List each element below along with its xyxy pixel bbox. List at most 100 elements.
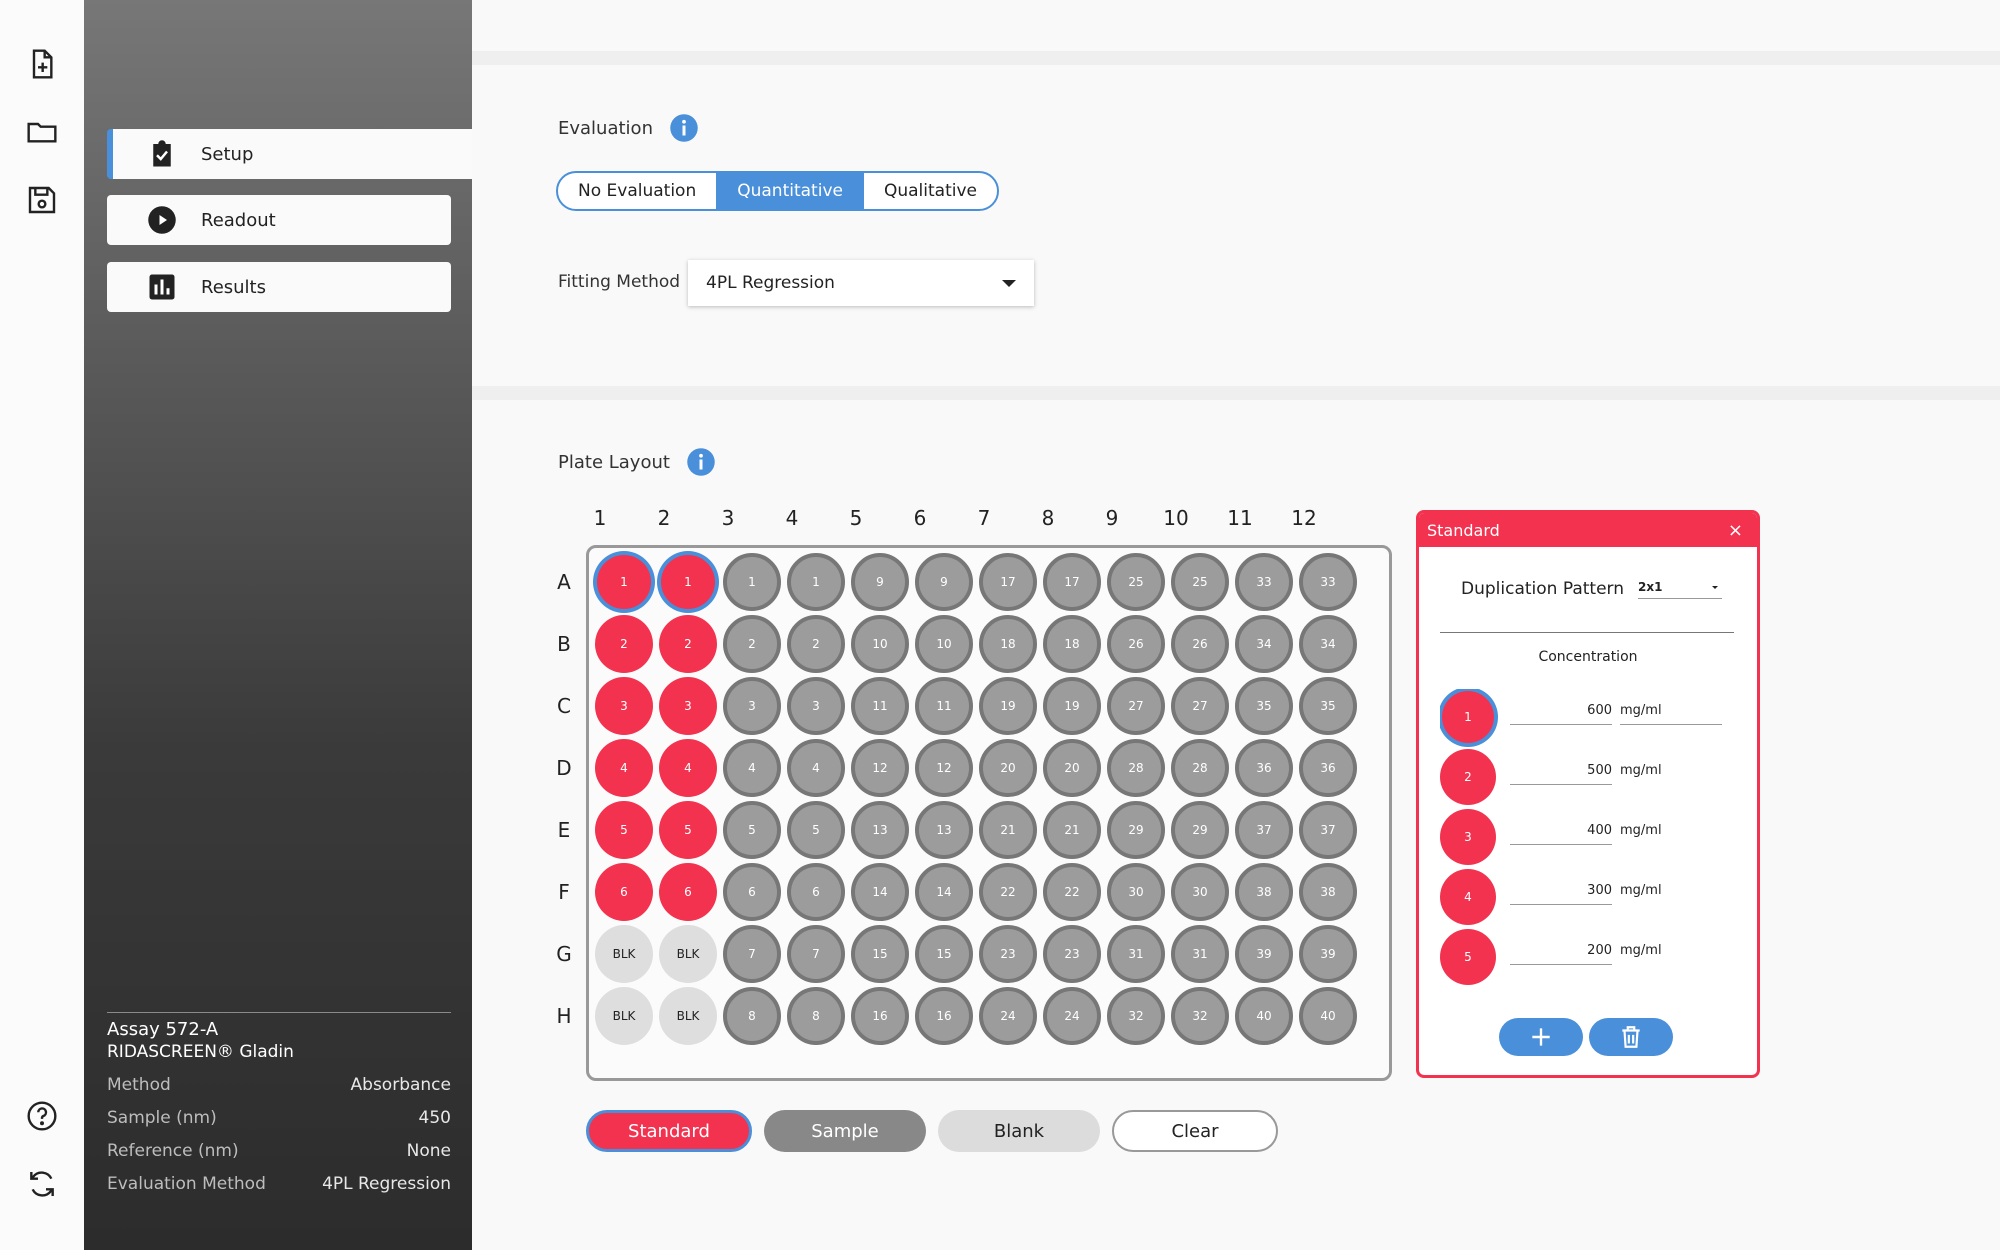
evaluation-option-qualitative[interactable]: Qualitative xyxy=(864,173,997,209)
standard-well[interactable]: 5 xyxy=(1440,929,1496,985)
sidebar-item-results[interactable]: Results xyxy=(107,262,451,312)
plate-well[interactable]: 30 xyxy=(1171,863,1229,921)
plate-well[interactable]: 12 xyxy=(915,739,973,797)
plate-well[interactable]: 21 xyxy=(979,801,1037,859)
plate-well[interactable]: 5 xyxy=(595,801,653,859)
plate-well[interactable]: 4 xyxy=(595,739,653,797)
plate-well[interactable]: 26 xyxy=(1171,615,1229,673)
plate-well[interactable]: 10 xyxy=(915,615,973,673)
plate-well[interactable]: 15 xyxy=(851,925,909,983)
plate-well[interactable]: 39 xyxy=(1235,925,1293,983)
plate-well[interactable]: 20 xyxy=(979,739,1037,797)
plate-well[interactable]: 14 xyxy=(851,863,909,921)
plate-well[interactable]: 3 xyxy=(787,677,845,735)
standard-button[interactable]: Standard xyxy=(586,1110,752,1152)
evaluation-option-quantitative[interactable]: Quantitative xyxy=(717,173,864,209)
plate-well[interactable]: 17 xyxy=(1043,553,1101,611)
plate-well[interactable]: 38 xyxy=(1299,863,1357,921)
plate-well[interactable]: 21 xyxy=(1043,801,1101,859)
plate-well[interactable]: 5 xyxy=(659,801,717,859)
plate-well[interactable]: 14 xyxy=(915,863,973,921)
plate-well[interactable]: 26 xyxy=(1107,615,1165,673)
plate-well[interactable]: BLK xyxy=(659,987,717,1045)
plate-well[interactable]: 1 xyxy=(661,555,715,609)
plate-well[interactable]: 8 xyxy=(723,987,781,1045)
plate-well[interactable]: 22 xyxy=(1043,863,1101,921)
standard-well[interactable]: 3 xyxy=(1440,809,1496,865)
add-standard-button[interactable] xyxy=(1499,1018,1583,1056)
duplication-pattern-select[interactable]: 2x1 xyxy=(1638,580,1722,599)
plate-well[interactable]: 2 xyxy=(595,615,653,673)
plate-well[interactable]: BLK xyxy=(659,925,717,983)
plate-well[interactable]: 32 xyxy=(1171,987,1229,1045)
plate-well[interactable]: 37 xyxy=(1299,801,1357,859)
plate-well[interactable]: 1 xyxy=(597,555,651,609)
plate-well[interactable]: 11 xyxy=(851,677,909,735)
plate-well[interactable]: 12 xyxy=(851,739,909,797)
standard-well[interactable]: 1 xyxy=(1442,691,1494,743)
save-icon[interactable] xyxy=(26,184,58,216)
plate-well[interactable]: 2 xyxy=(659,615,717,673)
plate-well[interactable]: 10 xyxy=(851,615,909,673)
plate-well[interactable]: 40 xyxy=(1299,987,1357,1045)
plate-well[interactable]: 9 xyxy=(915,553,973,611)
plate-well[interactable]: 29 xyxy=(1107,801,1165,859)
plate-well[interactable]: 23 xyxy=(1043,925,1101,983)
plate-well[interactable]: 19 xyxy=(979,677,1037,735)
plate-well[interactable]: 3 xyxy=(659,677,717,735)
plate-well[interactable]: 9 xyxy=(851,553,909,611)
plate-well[interactable]: 1 xyxy=(723,553,781,611)
plate-well[interactable]: 27 xyxy=(1171,677,1229,735)
plate-well[interactable]: 6 xyxy=(787,863,845,921)
plate-well[interactable]: 8 xyxy=(787,987,845,1045)
plate-well[interactable]: 38 xyxy=(1235,863,1293,921)
plate-well[interactable]: 32 xyxy=(1107,987,1165,1045)
plate-well[interactable]: 28 xyxy=(1171,739,1229,797)
plate-well[interactable]: 6 xyxy=(595,863,653,921)
concentration-value-input[interactable]: 200 xyxy=(1510,943,1612,965)
plate-well[interactable]: 16 xyxy=(851,987,909,1045)
plate-well[interactable]: 6 xyxy=(723,863,781,921)
plate-well[interactable]: 33 xyxy=(1299,553,1357,611)
plate-well[interactable]: 20 xyxy=(1043,739,1101,797)
plate-well[interactable]: BLK xyxy=(595,987,653,1045)
plate-well[interactable]: 2 xyxy=(787,615,845,673)
plate-well[interactable]: 1 xyxy=(787,553,845,611)
plate-well[interactable]: 37 xyxy=(1235,801,1293,859)
plate-well[interactable]: 24 xyxy=(979,987,1037,1045)
plate-well[interactable]: 35 xyxy=(1235,677,1293,735)
plate-well[interactable]: 7 xyxy=(723,925,781,983)
plate-well[interactable]: 24 xyxy=(1043,987,1101,1045)
plate-well[interactable]: 19 xyxy=(1043,677,1101,735)
plate-well[interactable]: 7 xyxy=(787,925,845,983)
clear-button[interactable]: Clear xyxy=(1112,1110,1278,1152)
standard-well[interactable]: 4 xyxy=(1440,869,1496,925)
info-icon[interactable] xyxy=(669,113,699,143)
new-file-icon[interactable] xyxy=(26,48,58,80)
plate-well[interactable]: 4 xyxy=(787,739,845,797)
help-icon[interactable] xyxy=(26,1100,58,1132)
plate-well[interactable]: 33 xyxy=(1235,553,1293,611)
folder-icon[interactable] xyxy=(26,116,58,148)
info-icon[interactable] xyxy=(686,447,716,477)
close-icon[interactable]: × xyxy=(1728,520,1743,541)
plate-well[interactable]: 27 xyxy=(1107,677,1165,735)
plate-well[interactable]: 4 xyxy=(659,739,717,797)
plate-well[interactable]: 39 xyxy=(1299,925,1357,983)
plate-well[interactable]: 31 xyxy=(1171,925,1229,983)
plate-well[interactable]: 25 xyxy=(1171,553,1229,611)
concentration-value-input[interactable]: 300 xyxy=(1510,883,1612,905)
sync-icon[interactable] xyxy=(26,1168,58,1200)
concentration-value-input[interactable]: 400 xyxy=(1510,823,1612,845)
plate-well[interactable]: 22 xyxy=(979,863,1037,921)
blank-button[interactable]: Blank xyxy=(938,1110,1100,1152)
plate-well[interactable]: 34 xyxy=(1299,615,1357,673)
concentration-value-input[interactable]: 600 xyxy=(1510,703,1612,725)
plate-well[interactable]: 18 xyxy=(979,615,1037,673)
delete-standard-button[interactable] xyxy=(1589,1018,1673,1056)
plate-well[interactable]: 17 xyxy=(979,553,1037,611)
evaluation-option-none[interactable]: No Evaluation xyxy=(558,173,718,209)
plate-well[interactable]: 5 xyxy=(723,801,781,859)
plate-well[interactable]: 25 xyxy=(1107,553,1165,611)
plate-well[interactable]: 3 xyxy=(723,677,781,735)
